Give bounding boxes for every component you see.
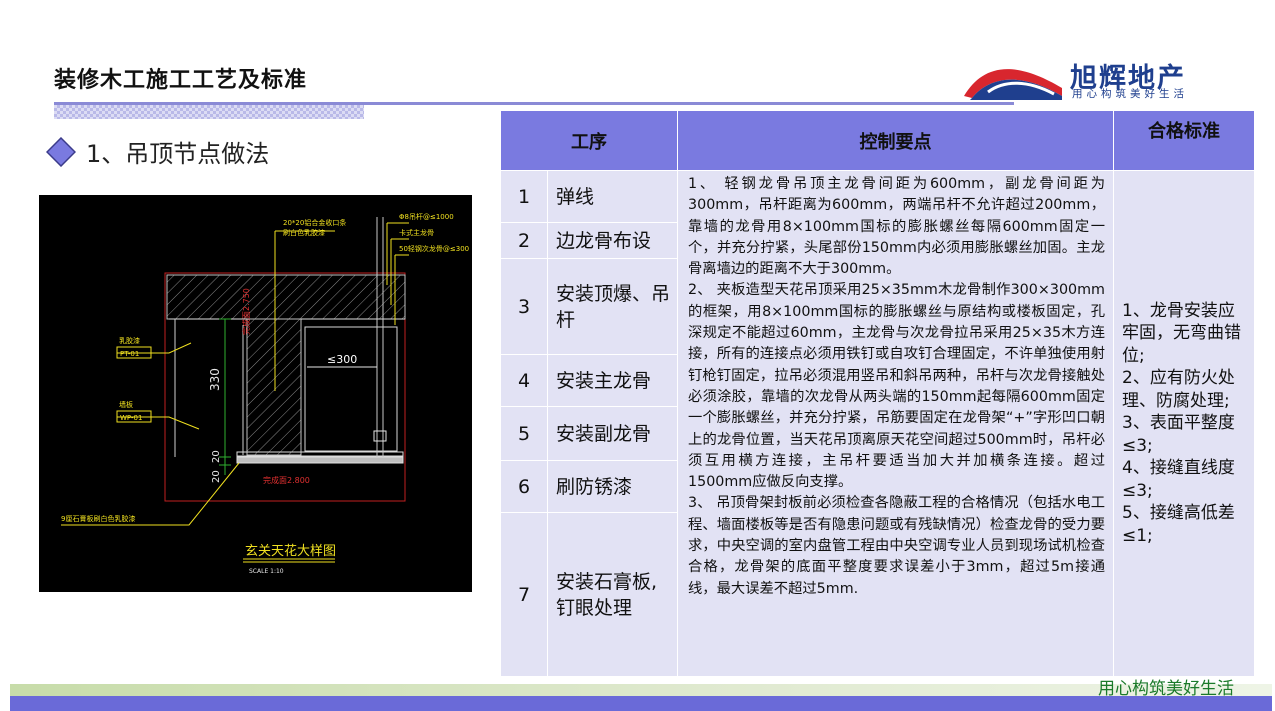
dim-20a: 20 [211,450,222,463]
row-step: 刷防锈漆 [547,460,678,513]
standard-item: 4、接缝直线度≤3; [1122,458,1235,501]
label-hanger-bolt: Φ8吊杆@≤1000 [399,212,454,221]
row-step: 弹线 [547,170,678,223]
row-step: 安装主龙骨 [547,354,678,407]
row-number: 2 [500,222,548,259]
row-number: 3 [500,258,548,355]
section-heading: 1、吊顶节点做法 [46,134,269,169]
row-number: 5 [500,406,548,461]
row-number: 1 [500,170,548,223]
header-process: 工序 [500,110,678,171]
ceiling-height: 完成面2.750 [241,288,251,335]
gypsum-board-strip [236,456,404,464]
key-point: 3、 吊顶骨架封板前必须检查各隐蔽工程的合格情况（包括水电工程、墙面楼板等是否有… [688,495,1105,597]
standards-cell: 1、龙骨安装应牢固，无弯曲错位; 2、应有防火处理、防腐处理; 3、表面平整度≤… [1113,170,1255,677]
company-logo: 旭辉地产 用心构筑美好生活 [962,56,1232,106]
drawing-title: 玄关天花大样图 [245,543,336,559]
standard-item: 2、应有防火处理、防腐处理; [1122,368,1235,411]
row-number: 4 [500,354,548,407]
row-step: 安装石膏板,钉眼处理 [547,512,678,677]
table-header-row: 工序 控制要点 合格标准 [500,110,1255,171]
label-finish-edge: 20*20铝合金收口条 [283,218,346,227]
section-title: 1、吊顶节点做法 [86,140,270,168]
dim-20b: 20 [211,470,222,483]
key-points-cell: 1、 轻钢龙骨吊顶主龙骨间距为600mm，副龙骨间距为300mm，吊杆距离为60… [677,170,1114,677]
title-underline-pattern [54,105,364,119]
label-main-keel: 卡式主龙骨 [399,228,434,237]
label-finish-edge-sub: 刷白色乳胶漆 [283,228,325,237]
process-table: 工序 控制要点 合格标准 1 弹线 1、 轻钢龙骨吊顶主龙骨间距为600mm，副… [500,110,1255,677]
row-step: 安装副龙骨 [547,406,678,461]
label-latex-paint: 乳胶漆 [119,336,140,345]
dim-330: 330 [208,368,222,391]
dim-300: ≤300 [327,353,357,366]
drawing-scale: SCALE 1:10 [249,568,284,575]
row-number: 7 [500,512,548,677]
wall-column [246,318,302,456]
ceiling-detail-drawing: 330 20 20 ≤300 完成面2.750 完成面2.800 20*20铝合… [39,195,472,592]
logo-slogan: 用心构筑美好生活 [1072,88,1188,100]
logo-mark-icon [964,69,1062,100]
footer-slogan: 用心构筑美好生活 [1098,679,1234,699]
standard-item: 5、接缝高低差≤1; [1122,503,1235,546]
label-wall-code: WP-01 [120,414,142,422]
row-step: 边龙骨布设 [547,222,678,259]
diamond-bullet-icon [46,136,76,167]
key-point: 2、 夹板造型天花吊顶采用25×35mm木龙骨制作300×300mm的框架，用8… [688,282,1105,491]
row-number: 6 [500,460,548,513]
row-step: 安装顶爆、吊杆 [547,258,678,355]
key-point: 1、 轻钢龙骨吊顶主龙骨间距为600mm，副龙骨间距为300mm，吊杆距离为60… [688,176,1105,278]
label-latex-code: PT-01 [120,350,139,358]
table-row: 1 弹线 1、 轻钢龙骨吊顶主龙骨间距为600mm，副龙骨间距为300mm，吊杆… [500,170,1255,677]
standard-item: 1、龙骨安装应牢固，无弯曲错位; [1122,300,1241,366]
standard-item: 3、表面平整度≤3; [1122,413,1235,456]
footer-stripe [10,684,1272,696]
concrete-slab [166,274,406,320]
floor-height: 完成面2.800 [263,475,310,485]
header-key-points: 控制要点 [677,110,1114,171]
label-wall-cloth: 墙板 [119,400,133,409]
header-standard: 合格标准 [1113,110,1255,171]
page-title: 装修木工施工工艺及标准 [54,68,308,93]
label-sub-keel: 50轻钢次龙骨@≤300 [399,244,469,253]
label-gypsum-board: 9厘石膏板刷白色乳胶漆 [61,514,135,523]
footer-bar [10,696,1272,711]
